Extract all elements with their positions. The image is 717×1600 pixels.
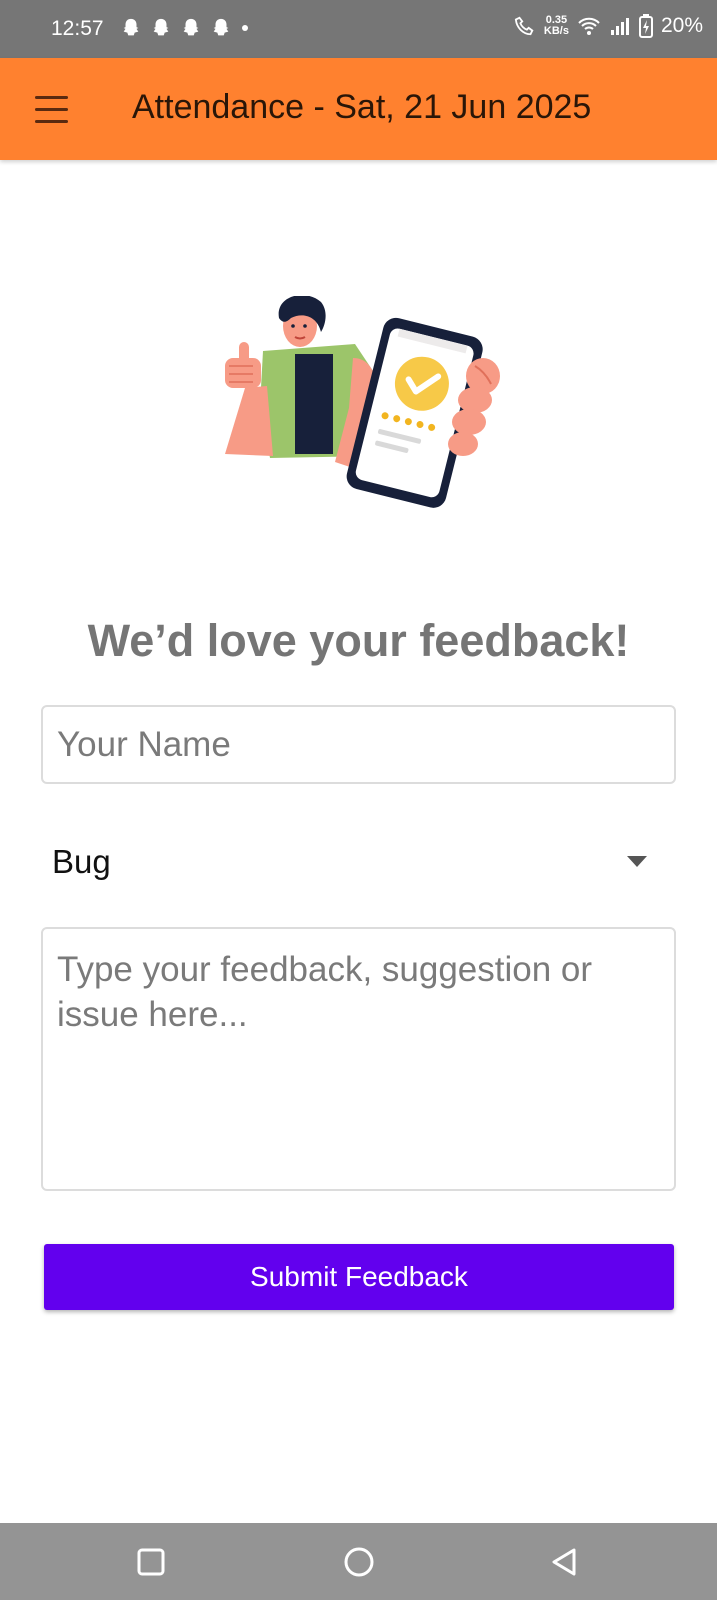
dropdown-arrow-icon bbox=[627, 856, 647, 867]
app-bar: Attendance - Sat, 21 Jun 2025 bbox=[0, 58, 717, 160]
system-navigation-bar bbox=[0, 1523, 717, 1600]
network-speed-unit: KB/s bbox=[543, 25, 569, 37]
snapchat-icon bbox=[213, 18, 229, 36]
submit-feedback-button[interactable]: Submit Feedback bbox=[44, 1244, 674, 1310]
dot-icon bbox=[242, 25, 248, 31]
snapchat-icon bbox=[123, 18, 139, 36]
signal-icon bbox=[610, 18, 629, 35]
recents-square-icon[interactable] bbox=[134, 1545, 168, 1579]
category-selected-value: Bug bbox=[52, 843, 111, 880]
status-bar: 12:57 0.35 KB/s 20% bbox=[0, 0, 717, 58]
home-circle-icon[interactable] bbox=[342, 1545, 376, 1579]
battery-percent: 20% bbox=[660, 14, 703, 37]
category-dropdown[interactable]: Bug bbox=[41, 826, 676, 898]
hamburger-menu-icon[interactable] bbox=[26, 88, 76, 132]
snapchat-icon bbox=[183, 18, 199, 36]
back-triangle-icon[interactable] bbox=[548, 1545, 582, 1579]
feedback-illustration bbox=[225, 296, 500, 508]
network-speed: 0.35 KB/s bbox=[544, 15, 569, 37]
wifi-call-icon bbox=[514, 16, 534, 36]
notification-icons bbox=[120, 17, 248, 39]
status-right: 0.35 KB/s 20% bbox=[514, 14, 703, 38]
status-time: 12:57 bbox=[51, 17, 104, 40]
wifi-icon bbox=[578, 17, 600, 35]
feedback-heading: We’d love your feedback! bbox=[87, 615, 630, 666]
name-input[interactable] bbox=[41, 705, 676, 784]
page-title: Attendance - Sat, 21 Jun 2025 bbox=[132, 88, 592, 126]
battery-charging-icon bbox=[638, 14, 653, 38]
snapchat-icon bbox=[153, 18, 169, 36]
feedback-textarea[interactable] bbox=[41, 927, 676, 1191]
